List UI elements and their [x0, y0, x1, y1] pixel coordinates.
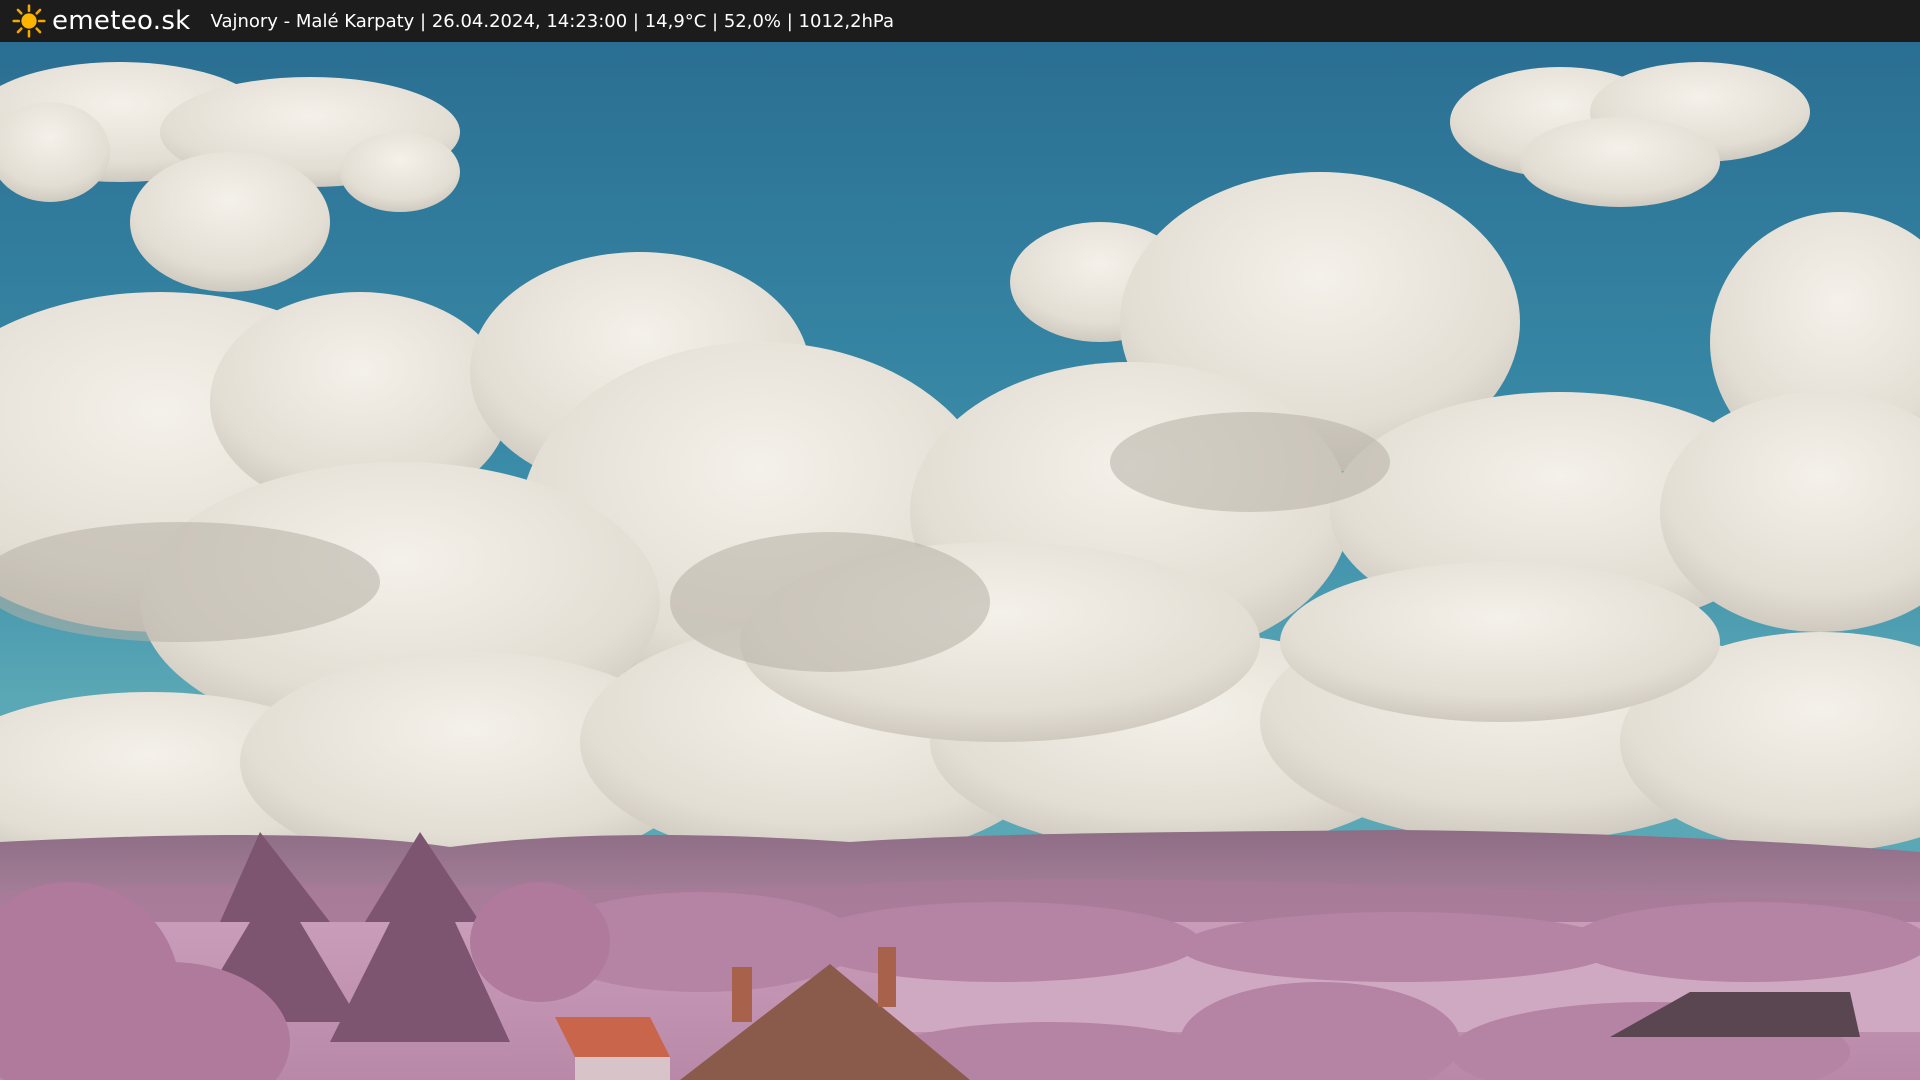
sun-icon	[12, 4, 46, 38]
title-bar: emeteo.sk Vajnory - Malé Karpaty | 26.04…	[0, 0, 1920, 42]
webcam-image	[0, 42, 1920, 1080]
station-info: Vajnory - Malé Karpaty | 26.04.2024, 14:…	[210, 10, 895, 32]
brand-logo-text: emeteo.sk	[52, 6, 191, 36]
